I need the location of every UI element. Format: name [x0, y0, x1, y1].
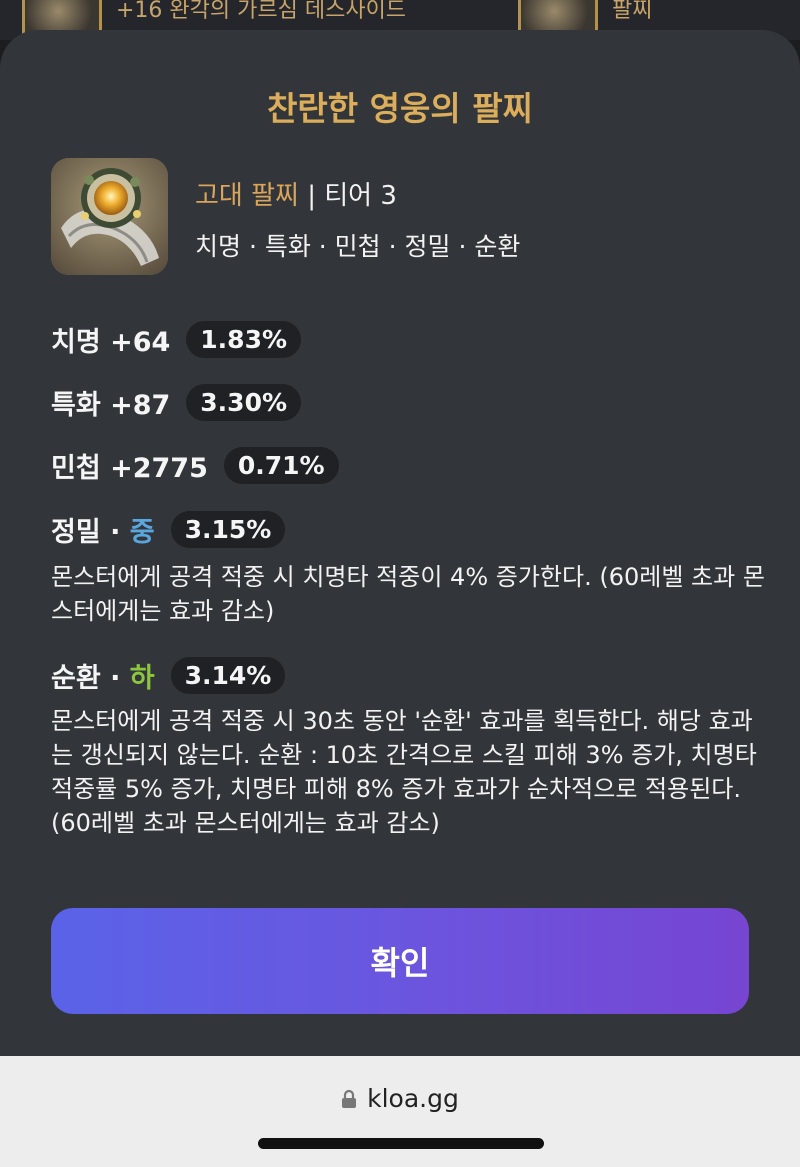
- stat-percent-badge: 0.71%: [223, 447, 339, 484]
- stat-row-specialization: 특화 +87 3.30%: [51, 383, 302, 422]
- background-item-right-text: 팔찌: [612, 0, 653, 23]
- stat-row-agility: 민첩 +2775 0.71%: [51, 446, 339, 485]
- effect-dot: ·: [100, 663, 130, 694]
- browser-bottom-bar: kloa.gg: [0, 1056, 800, 1167]
- stat-label: 민첩 +2775: [51, 453, 208, 484]
- lock-icon: [341, 1086, 357, 1115]
- address-bar[interactable]: kloa.gg: [0, 1084, 800, 1115]
- item-detail-sheet: 찬란한 영웅의 팔찌 고대 팔찌 | 티어 3 치명 · 특화 · 민첩 · 정…: [0, 30, 800, 1060]
- stat-row-crit: 치명 +64 1.83%: [51, 320, 302, 359]
- background-item-left-text: +16 완각의 가르심 데스사이드: [116, 0, 407, 23]
- effect-row-precision: 정밀 · 중 3.15%: [51, 510, 286, 549]
- effect-name: 정밀: [51, 517, 101, 548]
- item-grade-tier: 고대 팔찌 | 티어 3: [195, 175, 397, 212]
- home-indicator[interactable]: [258, 1138, 544, 1149]
- stat-percent-badge: 3.30%: [186, 384, 302, 421]
- effect-grade: 중: [129, 517, 155, 548]
- stat-percent-badge: 1.83%: [186, 321, 302, 358]
- effect-row-cycle: 순환 · 하 3.14%: [51, 656, 286, 695]
- stat-label: 특화 +87: [51, 390, 171, 421]
- ancient-bracelet-icon: [51, 158, 168, 275]
- effect-percent-badge: 3.15%: [170, 511, 286, 548]
- effect-grade: 하: [129, 663, 155, 694]
- effect-dot: ·: [100, 517, 130, 548]
- url-text: kloa.gg: [367, 1084, 459, 1113]
- effect-name-label: 순환 · 하: [51, 656, 155, 695]
- item-grade: 고대 팔찌: [195, 181, 299, 211]
- effect-name-label: 정밀 · 중: [51, 510, 155, 549]
- confirm-button[interactable]: 확인: [51, 908, 749, 1014]
- stat-label: 치명 +64: [51, 327, 171, 358]
- effect-description-precision: 몬스터에게 공격 적중 시 치명타 적중이 4% 증가한다. (60레벨 초과 …: [51, 563, 765, 625]
- effect-name: 순환: [51, 663, 101, 694]
- item-title: 찬란한 영웅의 팔찌: [267, 89, 533, 128]
- grade-tier-separator: |: [298, 181, 325, 211]
- item-stats-summary: 치명 · 특화 · 민첩 · 정밀 · 순환: [195, 232, 521, 261]
- effect-description-cycle: 몬스터에게 공격 적중 시 30초 동안 '순환' 효과를 획득한다. 해당 효…: [51, 707, 757, 837]
- item-tier: 티어 3: [324, 181, 397, 211]
- effect-percent-badge: 3.14%: [170, 657, 286, 694]
